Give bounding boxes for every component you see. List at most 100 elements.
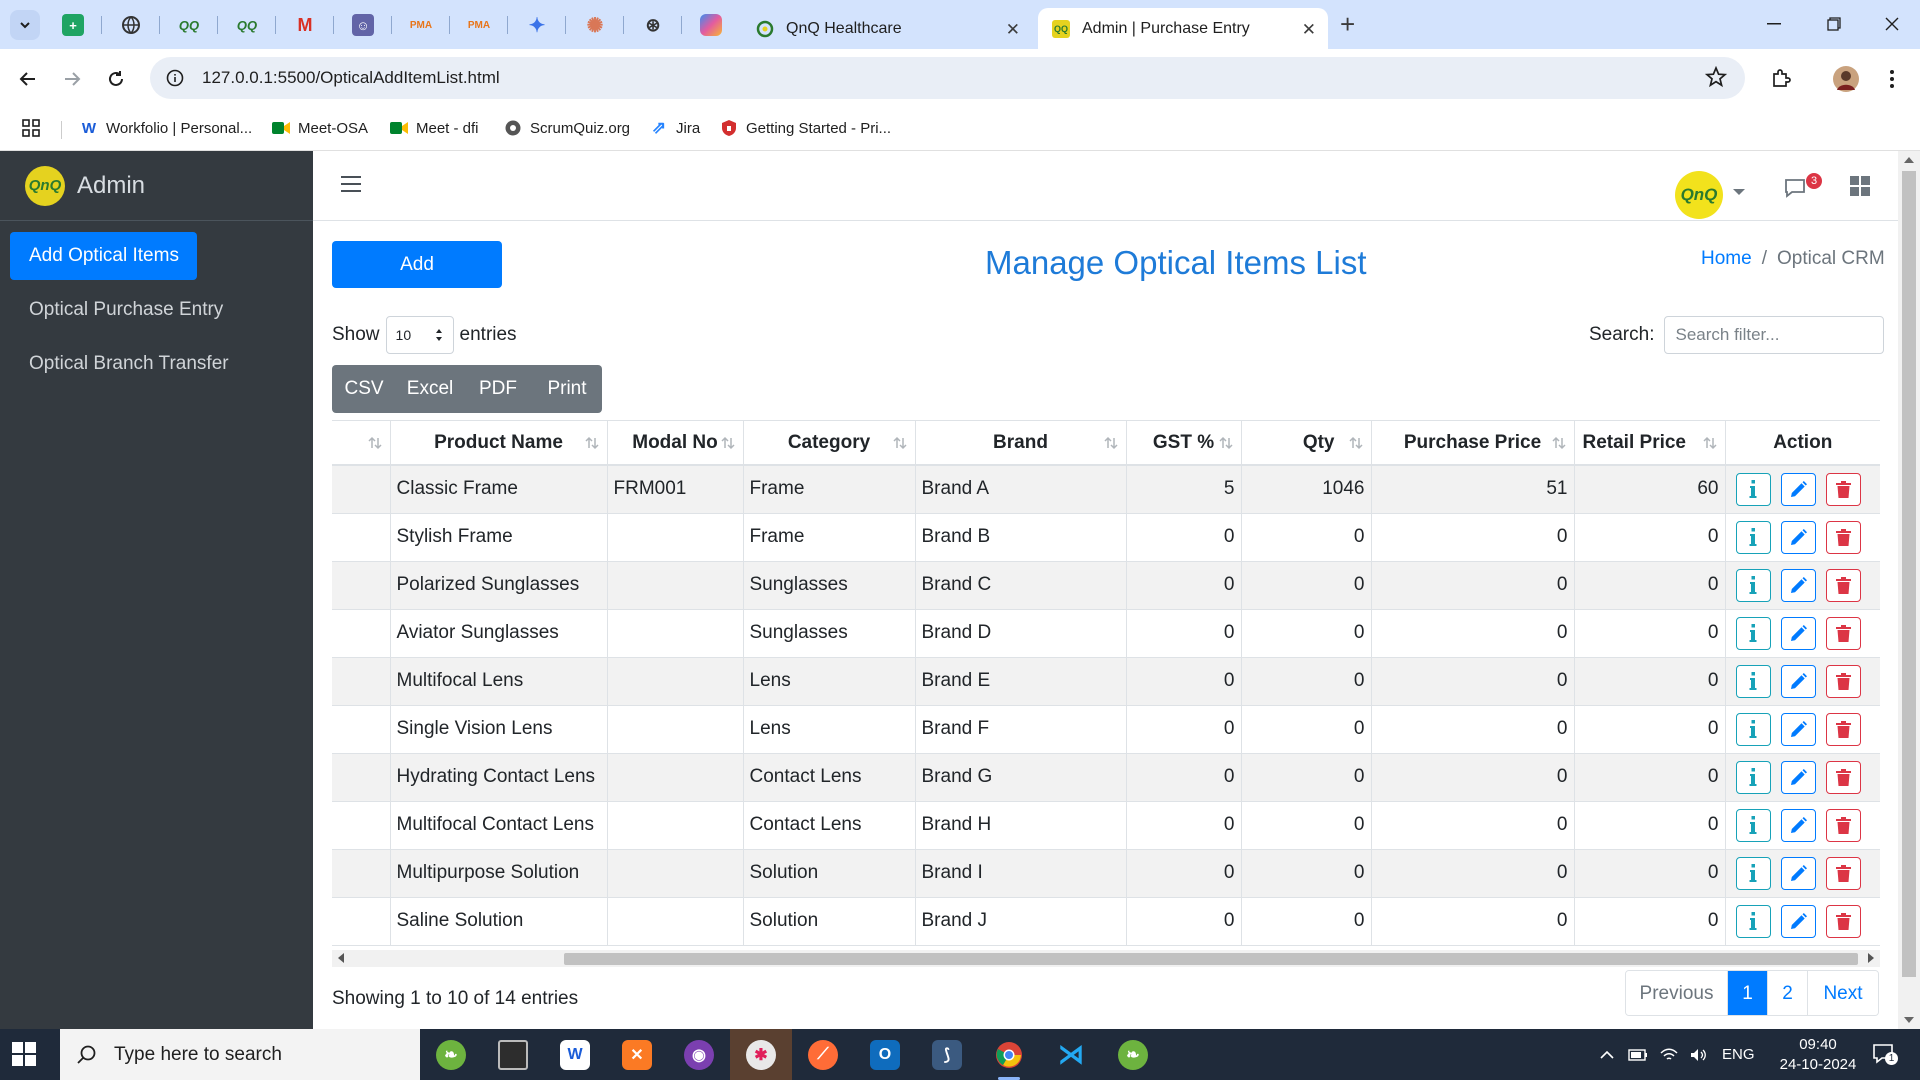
delete-button[interactable] [1825, 856, 1861, 890]
delete-button[interactable] [1825, 520, 1861, 554]
sidebar-brand[interactable]: QnQ Admin [0, 151, 313, 221]
url-text[interactable]: 127.0.0.1:5500/OpticalAddItemList.html [202, 68, 500, 88]
messages-button[interactable] [1783, 177, 1807, 199]
scroll-down-icon[interactable] [1904, 1017, 1914, 1023]
scroll-left-icon[interactable] [338, 953, 344, 963]
language-indicator[interactable]: ENG [1722, 1046, 1755, 1063]
pinned-tab-pma-1[interactable]: PMA [392, 10, 450, 40]
bookmark-scrumquiz[interactable]: ScrumQuiz.org [504, 119, 630, 137]
pinned-tab-openai[interactable]: ⊛ [624, 10, 682, 40]
delete-button[interactable] [1825, 616, 1861, 650]
caret-down-icon[interactable] [1733, 189, 1745, 195]
export-csv-button[interactable]: CSV [332, 365, 396, 413]
edit-button[interactable] [1780, 904, 1816, 938]
forward-button[interactable] [56, 63, 88, 95]
info-button[interactable] [1735, 472, 1771, 506]
edit-button[interactable] [1780, 808, 1816, 842]
horizontal-scrollbar[interactable] [332, 950, 1880, 967]
taskbar-app-outlook[interactable]: O [854, 1029, 916, 1080]
info-button[interactable] [1735, 712, 1771, 746]
close-window-button[interactable] [1872, 6, 1912, 42]
pinned-tab-copilot[interactable] [682, 10, 740, 40]
edit-button[interactable] [1780, 664, 1816, 698]
entries-select[interactable]: 10 [385, 316, 454, 354]
taskbar-clock[interactable]: 09:40 24-10-2024 [1776, 1035, 1860, 1075]
user-avatar[interactable]: QnQ [1675, 171, 1723, 219]
bookmark-meet-dfi[interactable]: Meet - dfi [390, 119, 479, 137]
column-header-retail-price[interactable]: Retail Price [1574, 421, 1726, 466]
edit-button[interactable] [1780, 472, 1816, 506]
taskbar-app-postman[interactable]: ⟋ [792, 1029, 854, 1080]
omnibox[interactable]: 127.0.0.1:5500/OpticalAddItemList.html [150, 57, 1745, 99]
bookmark-workfolio[interactable]: W Workfolio | Personal... [80, 119, 252, 137]
wifi-icon[interactable] [1660, 1048, 1678, 1062]
taskbar-app-spring[interactable]: ❧ [420, 1029, 482, 1080]
breadcrumb-home-link[interactable]: Home [1701, 248, 1752, 269]
pagination-previous[interactable]: Previous [1626, 971, 1728, 1015]
pinned-tab-qnq-1[interactable]: QQ [160, 10, 218, 40]
add-button[interactable]: Add [332, 241, 502, 288]
pinned-tab-globe[interactable] [102, 10, 160, 40]
info-button[interactable] [1735, 856, 1771, 890]
pinned-tab-claude[interactable]: ✺ [566, 10, 624, 40]
delete-button[interactable] [1825, 904, 1861, 938]
battery-icon[interactable] [1628, 1048, 1648, 1061]
bookmark-meet-osa[interactable]: Meet-OSA [272, 119, 368, 137]
tab-search-button[interactable] [10, 10, 40, 40]
extensions-button[interactable] [1765, 63, 1797, 95]
column-header-category[interactable]: Category [743, 421, 916, 466]
edit-button[interactable] [1780, 616, 1816, 650]
edit-button[interactable] [1780, 760, 1816, 794]
column-header-qty[interactable]: Qty [1241, 421, 1372, 466]
sidebar-item-optical-purchase-entry[interactable]: Optical Purchase Entry [10, 286, 223, 334]
export-excel-button[interactable]: Excel [396, 365, 464, 413]
pagination-page-2[interactable]: 2 [1768, 971, 1808, 1015]
pinned-tab-gmail[interactable]: M [276, 10, 334, 40]
taskbar-app-slack[interactable]: ✱ [730, 1029, 792, 1080]
volume-icon[interactable] [1690, 1048, 1708, 1062]
taskbar-search[interactable]: Type here to search [60, 1029, 420, 1080]
page-vertical-scrollbar[interactable] [1898, 151, 1920, 1029]
apps-grid-button[interactable] [1850, 176, 1870, 196]
vertical-scrollbar-thumb[interactable] [1902, 171, 1916, 977]
close-tab-icon[interactable]: ✕ [1006, 20, 1020, 40]
print-button[interactable]: Print [532, 365, 602, 413]
edit-button[interactable] [1780, 856, 1816, 890]
column-header-modal-no[interactable]: Modal No [607, 421, 744, 466]
reload-button[interactable] [100, 63, 132, 95]
taskbar-app-sql[interactable]: ⟆ [916, 1029, 978, 1080]
taskbar-app-github[interactable]: ◉ [668, 1029, 730, 1080]
info-button[interactable] [1735, 760, 1771, 794]
new-tab-button[interactable]: + [1340, 10, 1355, 38]
back-button[interactable] [12, 63, 44, 95]
info-button[interactable] [1735, 520, 1771, 554]
restore-button[interactable] [1814, 6, 1854, 42]
chevron-up-icon[interactable] [1600, 1050, 1614, 1060]
minimize-button[interactable] [1754, 6, 1794, 42]
menu-toggle-button[interactable] [341, 175, 361, 193]
taskbar-app-vscode[interactable]: ⋊ [1040, 1029, 1102, 1080]
taskbar-app-xampp[interactable]: ✕ [606, 1029, 668, 1080]
pagination-next[interactable]: Next [1808, 971, 1878, 1015]
scroll-up-icon[interactable] [1904, 157, 1914, 163]
bookmark-getting-started[interactable]: Getting Started - Pri... [720, 119, 891, 137]
info-button[interactable] [1735, 568, 1771, 602]
tab-qnq-healthcare[interactable]: QnQ Healthcare ✕ [742, 8, 1032, 49]
delete-button[interactable] [1825, 712, 1861, 746]
delete-button[interactable] [1825, 568, 1861, 602]
info-button[interactable] [1735, 808, 1771, 842]
taskbar-app-workfolio[interactable]: W [544, 1029, 606, 1080]
edit-button[interactable] [1780, 520, 1816, 554]
taskbar-app-terminal[interactable] [482, 1029, 544, 1080]
scroll-right-icon[interactable] [1868, 953, 1874, 963]
pinned-tab-gemini[interactable]: ✦ [508, 10, 566, 40]
close-tab-icon[interactable]: ✕ [1302, 20, 1316, 40]
tab-admin-purchase-entry[interactable]: QQ Admin | Purchase Entry ✕ [1038, 8, 1328, 49]
browser-menu-button[interactable] [1876, 63, 1908, 95]
sidebar-item-optical-branch-transfer[interactable]: Optical Branch Transfer [10, 340, 229, 388]
pinned-tab-pma-2[interactable]: PMA [450, 10, 508, 40]
scrollbar-thumb[interactable] [564, 953, 1858, 965]
profile-avatar[interactable] [1830, 63, 1862, 95]
search-input[interactable] [1664, 316, 1885, 354]
export-pdf-button[interactable]: PDF [464, 365, 532, 413]
